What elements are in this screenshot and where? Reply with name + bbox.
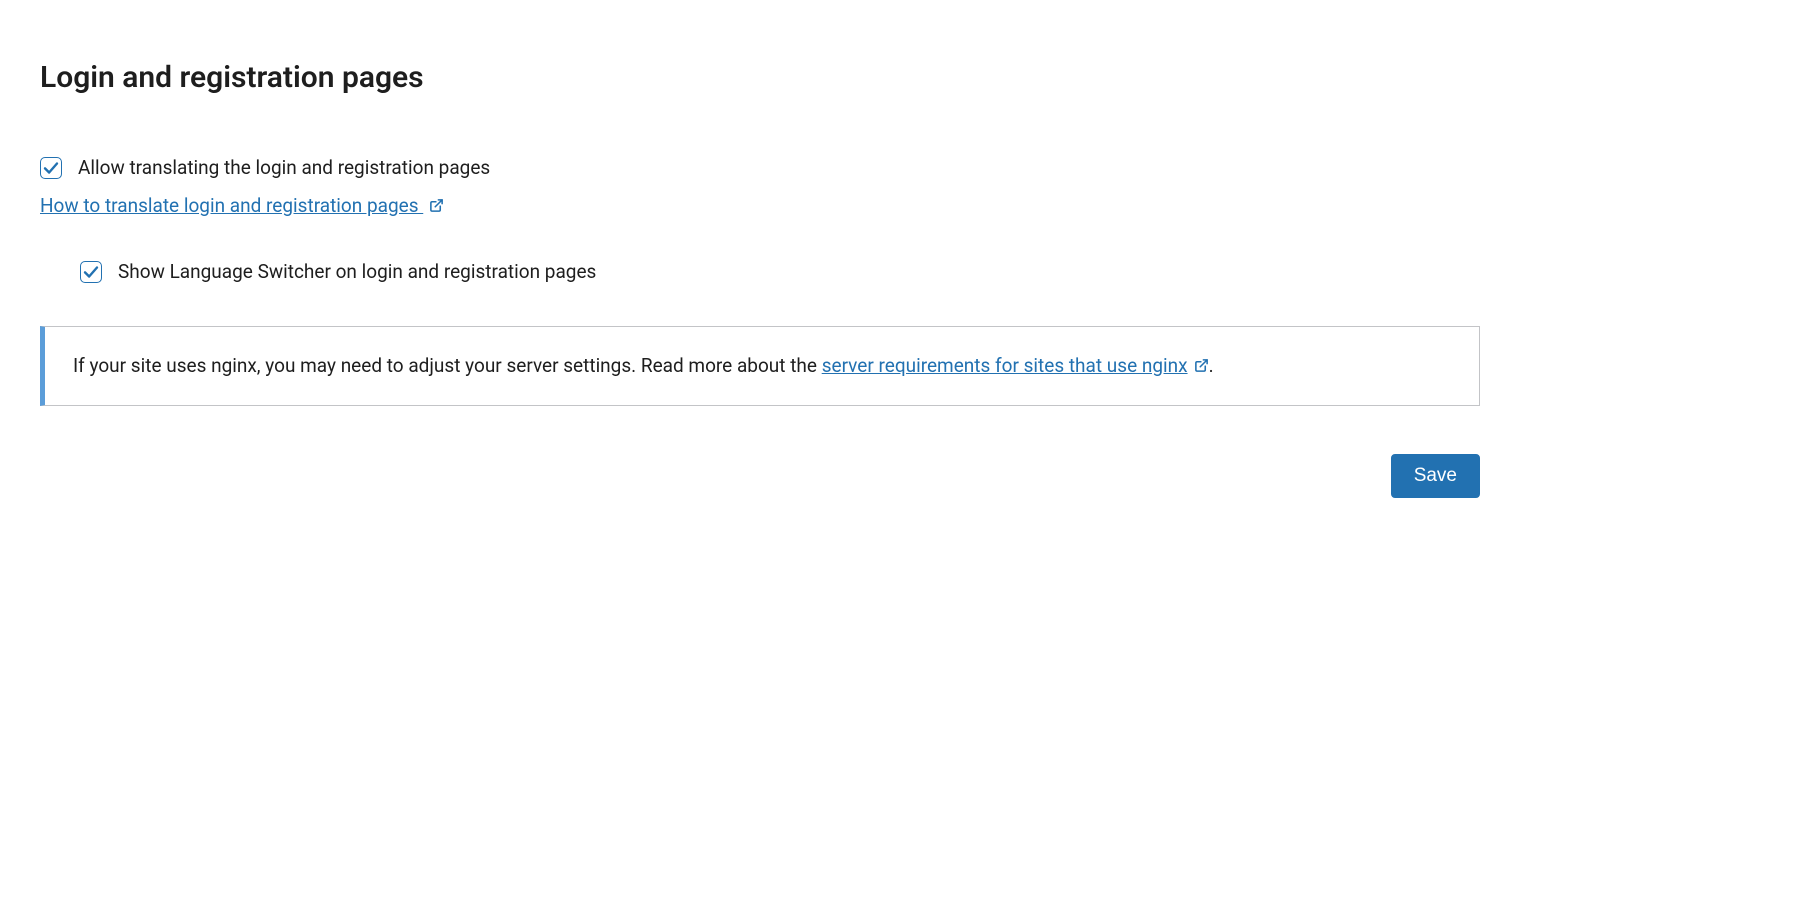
label-allow-translating: Allow translating the login and registra… (78, 155, 490, 182)
notice-text-after: . (1209, 354, 1214, 377)
checkbox-allow-translating[interactable] (40, 157, 62, 179)
help-link-translate-pages[interactable]: How to translate login and registration … (40, 194, 444, 217)
label-show-switcher: Show Language Switcher on login and regi… (118, 259, 596, 286)
nginx-link-text: server requirements for sites that use n… (822, 354, 1188, 377)
option-allow-translating-row: Allow translating the login and registra… (40, 155, 1480, 182)
nginx-requirements-link[interactable]: server requirements for sites that use n… (822, 354, 1209, 377)
help-link-text: How to translate login and registration … (40, 194, 423, 217)
check-icon (42, 159, 60, 177)
option-show-switcher-row: Show Language Switcher on login and regi… (80, 259, 1480, 286)
help-link-row: How to translate login and registration … (40, 192, 1480, 222)
external-link-icon (1194, 353, 1209, 382)
notice-text-before: If your site uses nginx, you may need to… (73, 354, 822, 377)
save-button[interactable]: Save (1391, 454, 1480, 498)
check-icon (82, 263, 100, 281)
checkbox-show-switcher[interactable] (80, 261, 102, 283)
external-link-icon (429, 193, 444, 222)
section-heading: Login and registration pages (40, 60, 1480, 95)
nginx-notice: If your site uses nginx, you may need to… (40, 326, 1480, 407)
button-row: Save (40, 454, 1480, 498)
